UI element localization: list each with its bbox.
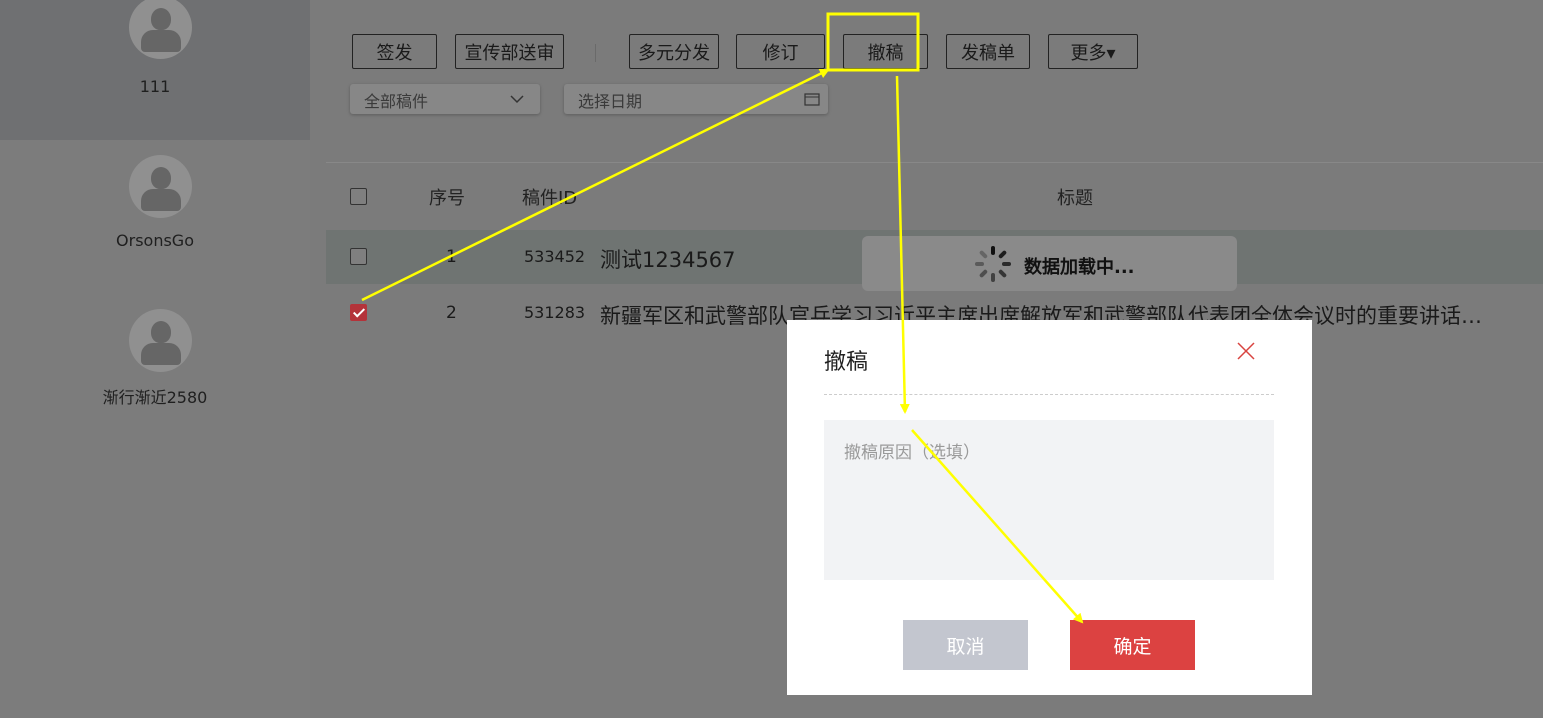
date-picker-placeholder: 选择日期 xyxy=(578,92,643,111)
date-picker[interactable]: 选择日期 xyxy=(564,84,828,114)
cancel-button[interactable]: 取消 xyxy=(903,620,1028,670)
confirm-button[interactable]: 确定 xyxy=(1070,620,1195,670)
scope-select[interactable]: 全部稿件 xyxy=(350,84,540,114)
divider xyxy=(326,162,1543,163)
dialog-title: 撤稿 xyxy=(824,350,869,375)
row-index: 2 xyxy=(446,303,457,323)
revise-button[interactable]: 修订 xyxy=(736,34,825,69)
manuscript-form-button[interactable]: 发稿单 xyxy=(946,34,1030,69)
loading-toast: 数据加载中... xyxy=(862,236,1237,291)
header-index: 序号 xyxy=(429,188,465,209)
more-button[interactable]: 更多▾ xyxy=(1048,34,1138,69)
row-checkbox[interactable] xyxy=(350,248,367,265)
toolbar-divider xyxy=(595,44,596,62)
scope-select-value: 全部稿件 xyxy=(364,92,429,111)
withdraw-button[interactable]: 撤稿 xyxy=(843,34,928,69)
propaganda-review-button[interactable]: 宣传部送审 xyxy=(455,34,564,69)
user-name: 渐行渐近2580 xyxy=(102,388,208,407)
avatar-icon xyxy=(129,0,192,59)
user-item[interactable]: 渐行渐近2580 xyxy=(0,290,310,440)
chevron-down-icon xyxy=(510,95,524,104)
header-id: 稿件ID xyxy=(522,188,578,209)
user-sidebar: 111 OrsonsGo 渐行渐近2580 xyxy=(0,0,310,718)
row-index: 1 xyxy=(446,247,457,267)
row-title[interactable]: 测试1234567 xyxy=(600,244,736,274)
row-id: 531283 xyxy=(524,303,586,322)
avatar-icon xyxy=(129,309,192,372)
dialog-divider xyxy=(824,394,1274,395)
calendar-icon xyxy=(804,93,820,106)
header-title: 标题 xyxy=(1057,188,1093,209)
spinner-icon xyxy=(975,246,1011,282)
user-item[interactable]: 111 xyxy=(0,0,310,140)
withdraw-reason-input[interactable] xyxy=(824,420,1274,580)
avatar-icon xyxy=(129,155,192,218)
multi-distribute-button[interactable]: 多元分发 xyxy=(629,34,719,69)
withdraw-dialog: 撤稿 取消 确定 xyxy=(787,320,1312,695)
select-all-checkbox[interactable] xyxy=(350,188,367,205)
user-name: OrsonsGo xyxy=(116,231,194,250)
row-checkbox[interactable] xyxy=(350,304,367,321)
loading-text: 数据加载中... xyxy=(1024,257,1135,278)
sign-issue-button[interactable]: 签发 xyxy=(352,34,437,69)
row-id: 533452 xyxy=(524,247,586,266)
user-item[interactable]: OrsonsGo xyxy=(0,140,310,290)
user-name: 111 xyxy=(139,77,171,96)
close-icon[interactable] xyxy=(1235,340,1257,362)
